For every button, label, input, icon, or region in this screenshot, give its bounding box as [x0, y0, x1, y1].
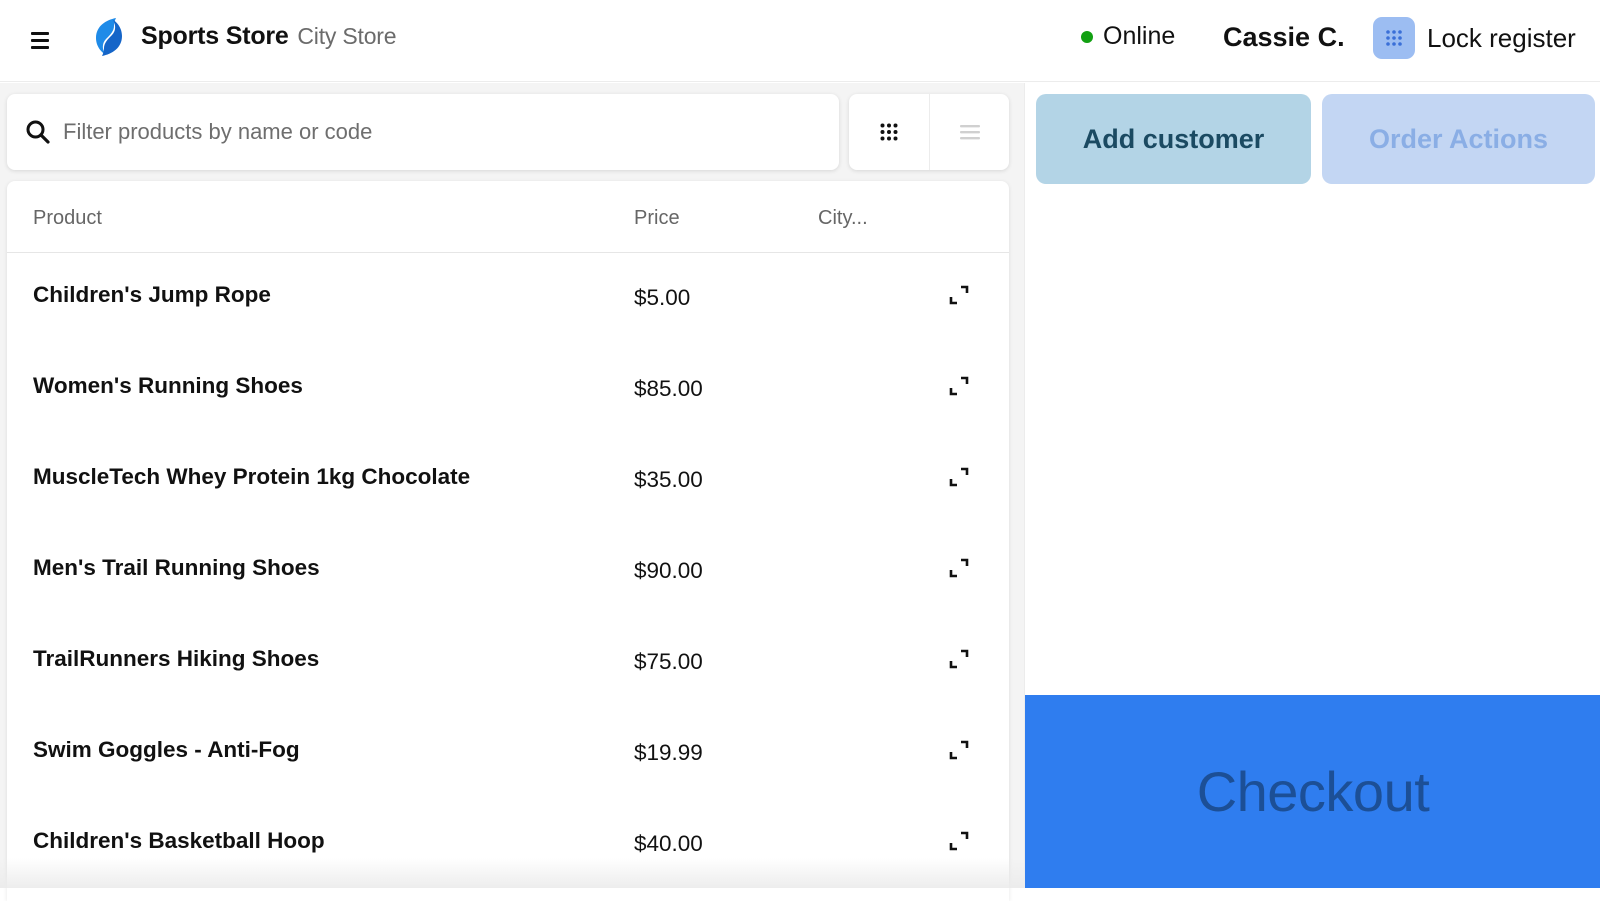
- view-toggle: [849, 94, 1009, 170]
- expand-icon[interactable]: [947, 283, 971, 307]
- order-panel: Add customer Order Actions Checkout: [1024, 83, 1600, 888]
- table-row[interactable]: Men's Trail Running Shoes $90.00: [7, 526, 1009, 617]
- product-search[interactable]: [7, 94, 839, 170]
- top-bar: Sports Store City Store Online Cassie C.…: [0, 0, 1600, 82]
- status-dot-icon: [1081, 30, 1093, 43]
- search-input[interactable]: [63, 94, 823, 170]
- table-row[interactable]: Swim Goggles - Anti-Fog $19.99: [7, 708, 1009, 799]
- table-row[interactable]: Women's Running Shoes $85.00: [7, 344, 1009, 435]
- expand-icon[interactable]: [947, 647, 971, 671]
- product-price: $40.00: [634, 831, 703, 856]
- table-header: Product Price City...: [7, 181, 1009, 253]
- product-price: $35.00: [634, 467, 703, 492]
- product-name: Women's Running Shoes: [33, 373, 303, 398]
- product-price: $5.00: [634, 285, 691, 310]
- connection-status: Online: [1081, 22, 1175, 51]
- table-row[interactable]: Children's Jump Rope $5.00: [7, 253, 1009, 344]
- product-price: $85.00: [634, 376, 703, 401]
- product-price: $90.00: [634, 558, 703, 583]
- order-actions-button[interactable]: Order Actions: [1322, 94, 1595, 184]
- scroll-shadow: [0, 858, 1024, 888]
- status-label: Online: [1103, 22, 1176, 50]
- product-name: TrailRunners Hiking Shoes: [33, 646, 320, 671]
- product-price: $75.00: [634, 649, 703, 674]
- product-name: Children's Jump Rope: [33, 282, 271, 307]
- product-panel: Product Price City... Children's Jump Ro…: [0, 83, 1024, 901]
- sports-store-logo-icon: [96, 18, 122, 56]
- expand-icon[interactable]: [947, 465, 971, 489]
- column-header-product[interactable]: Product: [33, 207, 102, 230]
- grid-dots-icon: [1373, 17, 1415, 59]
- product-price: $19.99: [634, 740, 703, 765]
- expand-icon[interactable]: [947, 829, 971, 853]
- column-header-city[interactable]: City...: [818, 207, 868, 230]
- list-view-icon: [959, 125, 980, 140]
- store-name: Sports Store City Store: [141, 22, 397, 51]
- lock-register-button[interactable]: Lock register: [1373, 16, 1576, 60]
- hamburger-menu-icon[interactable]: [26, 26, 54, 54]
- product-name: Children's Basketball Hoop: [33, 828, 325, 853]
- table-row[interactable]: MuscleTech Whey Protein 1kg Chocolate $3…: [7, 435, 1009, 526]
- expand-icon[interactable]: [947, 738, 971, 762]
- expand-icon[interactable]: [947, 374, 971, 398]
- search-icon: [26, 120, 50, 144]
- column-header-price[interactable]: Price: [634, 207, 680, 230]
- list-view-button[interactable]: [929, 94, 1009, 170]
- grid-view-icon: [880, 123, 898, 141]
- checkout-button[interactable]: Checkout: [1025, 695, 1600, 888]
- product-name: Swim Goggles - Anti-Fog: [33, 737, 300, 762]
- grid-view-button[interactable]: [849, 94, 929, 170]
- product-name: MuscleTech Whey Protein 1kg Chocolate: [33, 464, 471, 489]
- store-name-label: Sports Store: [141, 22, 289, 50]
- expand-icon[interactable]: [947, 556, 971, 580]
- cashier-name[interactable]: Cassie C.: [1223, 22, 1345, 53]
- product-table: Product Price City... Children's Jump Ro…: [7, 181, 1009, 901]
- add-customer-button[interactable]: Add customer: [1036, 94, 1311, 184]
- lock-register-label: Lock register: [1427, 22, 1576, 53]
- table-row[interactable]: TrailRunners Hiking Shoes $75.00: [7, 617, 1009, 708]
- store-location-label: City Store: [297, 23, 397, 49]
- product-name: Men's Trail Running Shoes: [33, 555, 320, 580]
